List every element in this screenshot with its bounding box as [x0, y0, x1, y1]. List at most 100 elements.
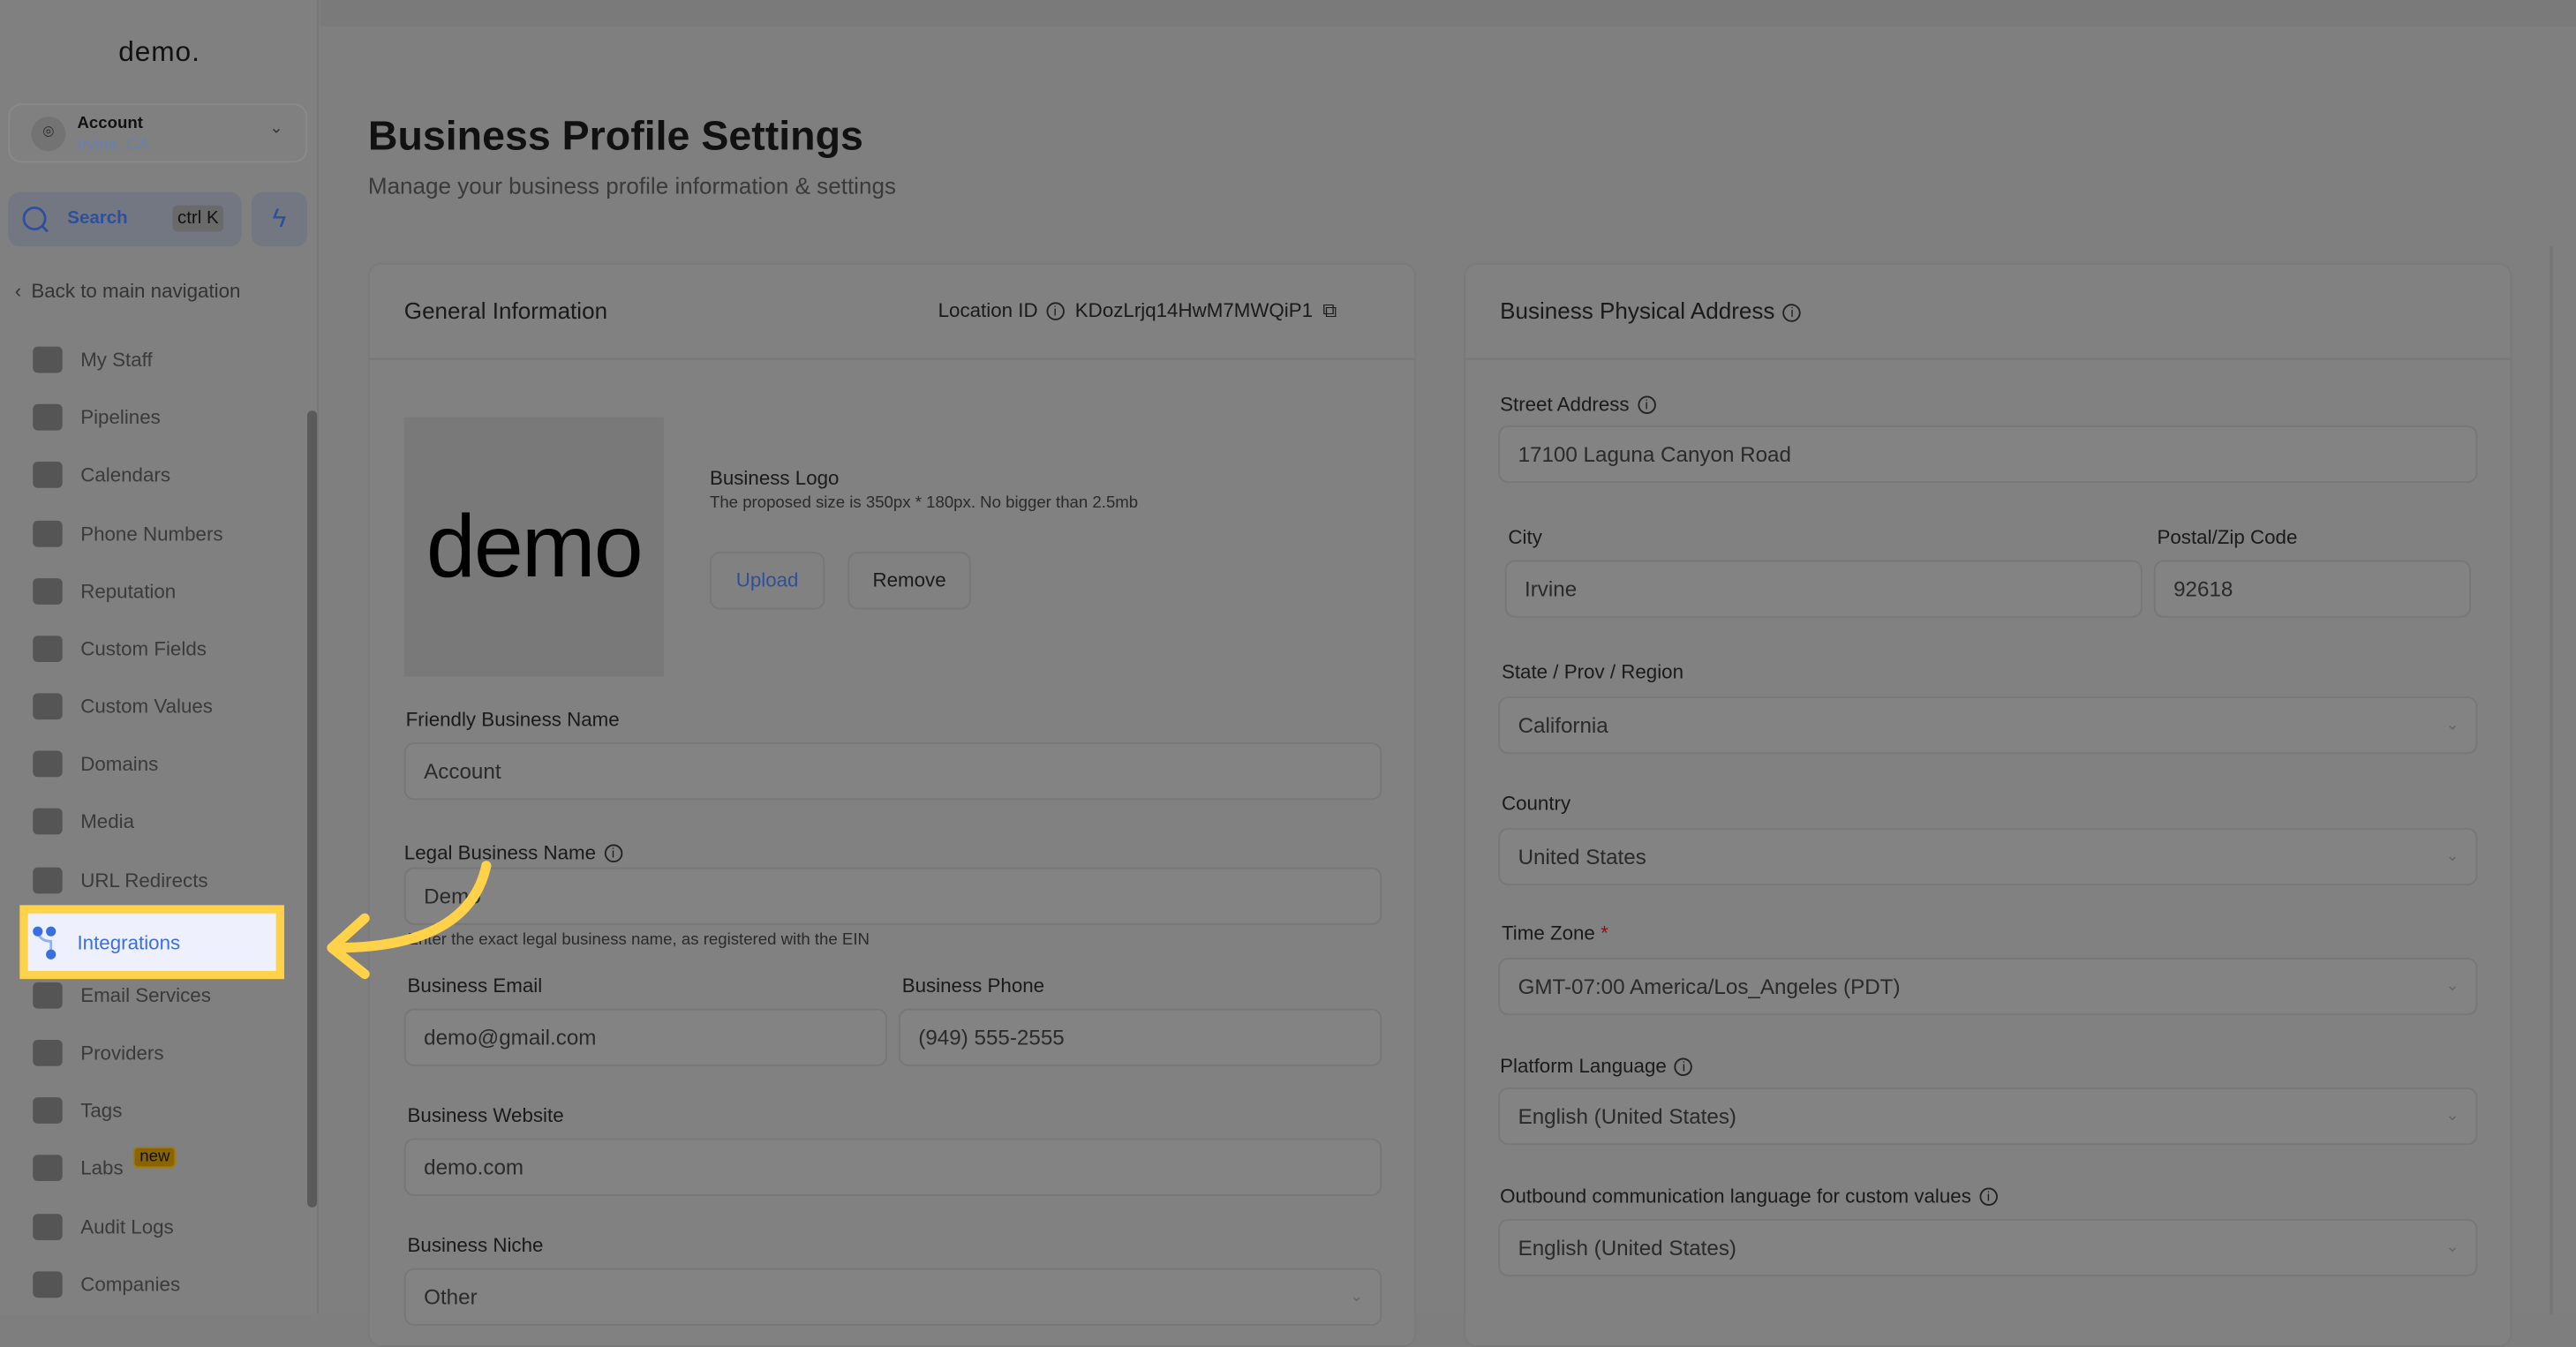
website-label: Business Website: [407, 1103, 564, 1127]
sidebar-item-label: Email Services: [80, 983, 211, 1007]
custom-values-icon: [33, 693, 63, 720]
country-value: United States: [1518, 844, 1646, 869]
logo-label: Business Logo: [709, 466, 840, 490]
sidebar-item-media[interactable]: Media: [33, 805, 134, 838]
lightning-icon: ϟ: [272, 205, 287, 234]
sidebar-item-reputation[interactable]: Reputation: [33, 575, 176, 607]
physical-address-card: Business Physical Address i Street Addres…: [1464, 262, 2512, 1347]
sidebar-item-label: Phone Numbers: [80, 522, 223, 546]
location-id: Location ID i KDozLrjq14HwM7MWQiP1 ⧉: [938, 299, 1337, 324]
email-input[interactable]: demo@gmail.com: [403, 1008, 887, 1066]
my-staff-icon: [33, 346, 63, 373]
sidebar-item-label: Reputation: [80, 579, 177, 603]
copy-icon[interactable]: ⧉: [1322, 299, 1337, 322]
new-badge: new: [132, 1146, 177, 1168]
account-name: Account: [77, 115, 143, 133]
card-title: Business Physical Address i: [1500, 297, 1802, 324]
top-bar: [320, 0, 2576, 26]
page-subtitle: Manage your business profile information…: [367, 172, 897, 199]
sidebar-item-label: Audit Logs: [80, 1215, 174, 1239]
quick-actions-button[interactable]: ϟ: [251, 192, 308, 247]
search-icon: [22, 207, 49, 233]
country-label: Country: [1501, 792, 1571, 816]
custom-fields-icon: [33, 636, 63, 662]
street-input[interactable]: 17100 Laguna Canyon Road: [1498, 425, 2478, 484]
timezone-select[interactable]: GMT-07:00 America/Los_Angeles (PDT) ⌄: [1498, 957, 2478, 1016]
outbound-language-select[interactable]: English (United States) ⌄: [1498, 1218, 2478, 1276]
friendly-name-input[interactable]: Account: [403, 742, 1382, 801]
phone-label: Business Phone: [901, 974, 1045, 997]
remove-button[interactable]: Remove: [847, 552, 971, 610]
sidebar-item-label: My Staff: [80, 348, 153, 372]
location-id-label: Location ID: [938, 298, 1038, 322]
sidebar-item-pipelines[interactable]: Pipelines: [33, 401, 161, 433]
sidebar-item-url-redirects[interactable]: URL Redirects: [33, 864, 208, 897]
sidebar-scrollbar[interactable]: [307, 410, 318, 1208]
sidebar-item-label: Labs: [80, 1156, 124, 1180]
niche-select[interactable]: Other ⌄: [403, 1268, 1382, 1326]
sidebar-item-companies[interactable]: Companies: [33, 1268, 180, 1301]
street-label-text: Street Address: [1500, 392, 1630, 416]
zip-input[interactable]: 92618: [2153, 560, 2471, 618]
street-label: Street Address i: [1500, 392, 1656, 416]
chevron-down-icon: ⌄: [2445, 1238, 2459, 1257]
sidebar-item-label: Media: [80, 809, 135, 833]
info-icon: i: [1979, 1187, 1998, 1206]
phone-input[interactable]: (949) 555-2555: [898, 1008, 1382, 1066]
platform-language-label-text: Platform Language: [1500, 1054, 1667, 1078]
chevron-left-icon: ‹: [14, 279, 22, 303]
state-select[interactable]: California ⌄: [1498, 696, 2478, 755]
account-location: Irvine, CA: [77, 136, 150, 154]
platform-language-value: English (United States): [1518, 1103, 1736, 1129]
sidebar-item-calendars[interactable]: Calendars: [33, 458, 170, 491]
outbound-language-label-text: Outbound communication language for cust…: [1500, 1184, 1971, 1208]
back-to-main-nav[interactable]: ‹ Back to main navigation: [15, 279, 241, 302]
reputation-icon: [33, 578, 63, 605]
card-title: General Information: [403, 297, 608, 324]
companies-icon: [33, 1271, 63, 1298]
info-icon: i: [604, 844, 622, 863]
integrations-icon: [33, 925, 56, 959]
website-input[interactable]: demo.com: [403, 1138, 1382, 1196]
chevron-down-icon: ⌄: [1350, 1288, 1364, 1306]
sidebar-item-providers[interactable]: Providers: [33, 1036, 164, 1069]
upload-button[interactable]: Upload: [709, 552, 825, 610]
sidebar-item-domains[interactable]: Domains: [33, 748, 158, 780]
page-scrollbar[interactable]: [2550, 246, 2553, 1314]
sidebar-item-tags[interactable]: Tags: [33, 1094, 122, 1126]
info-icon: i: [1782, 304, 1802, 322]
country-select[interactable]: United States ⌄: [1498, 827, 2478, 886]
city-input[interactable]: Irvine: [1504, 560, 2143, 618]
domains-icon: [33, 750, 63, 778]
pointer-arrow-icon: [327, 861, 492, 980]
timezone-label: Time Zone *: [1502, 922, 1608, 944]
sidebar-item-my-staff[interactable]: My Staff: [33, 343, 153, 376]
sidebar-item-phone-numbers[interactable]: Phone Numbers: [33, 517, 223, 550]
back-label: Back to main navigation: [31, 279, 241, 303]
sidebar: demo. ⌾ Account Irvine, CA ⌄ Search ctrl…: [0, 0, 320, 1314]
sidebar-item-labs[interactable]: Labs new: [33, 1146, 177, 1185]
account-switcher[interactable]: ⌾ Account Irvine, CA ⌄: [8, 103, 308, 163]
search-button[interactable]: Search ctrl K: [8, 192, 242, 247]
platform-language-select[interactable]: English (United States) ⌄: [1498, 1087, 2478, 1146]
niche-value: Other: [424, 1284, 478, 1310]
media-icon: [33, 808, 63, 835]
sidebar-item-integrations-highlight[interactable]: Integrations: [19, 905, 284, 980]
legal-name-input[interactable]: Demo: [403, 867, 1382, 925]
sidebar-item-custom-values[interactable]: Custom Values: [33, 690, 213, 723]
sidebar-item-email-services[interactable]: Email Services: [33, 979, 211, 1012]
platform-language-label: Platform Language i: [1500, 1054, 1693, 1078]
sidebar-item-label: Tags: [80, 1099, 123, 1123]
sidebar-item-custom-fields[interactable]: Custom Fields: [33, 632, 207, 665]
sidebar-item-label: Custom Fields: [80, 637, 207, 661]
general-information-card: General Information Location ID i KDozLrj…: [367, 262, 1417, 1347]
providers-icon: [33, 1040, 63, 1066]
sidebar-item-label: Pipelines: [80, 405, 161, 429]
search-shortcut: ctrl K: [172, 205, 224, 232]
tags-icon: [33, 1097, 63, 1124]
friendly-name-label: Friendly Business Name: [405, 708, 620, 732]
info-icon: i: [1675, 1057, 1693, 1076]
chevron-down-icon: ⌄: [269, 119, 283, 139]
sidebar-item-audit-logs[interactable]: Audit Logs: [33, 1211, 174, 1244]
chevron-down-icon: ⌄: [2445, 847, 2459, 866]
